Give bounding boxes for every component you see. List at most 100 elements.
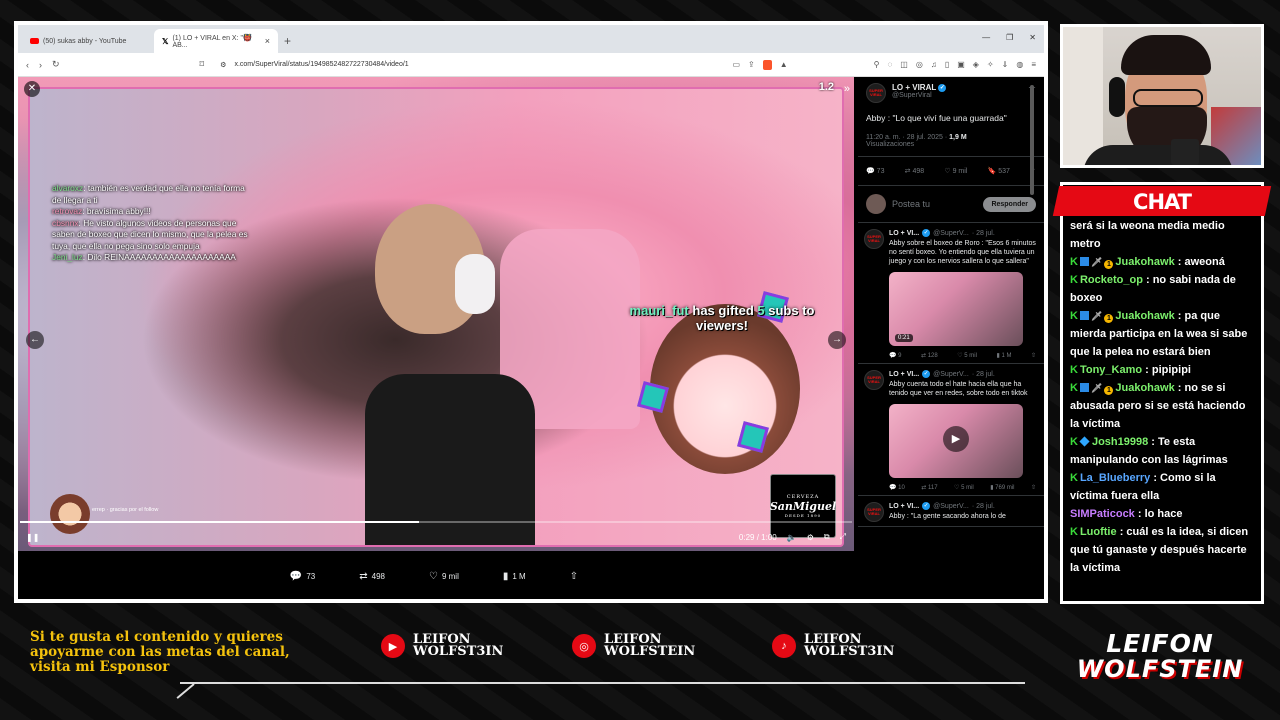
bookmark-stat[interactable]: 🔖 537 (988, 167, 1010, 175)
media-action-bar: 💬 73 ⇄ 498 ♡ 9 mil ▮ 1 M ⇧ (18, 551, 854, 599)
repost-stat[interactable]: ⇄ 128 (921, 352, 938, 359)
account-avatar[interactable]: SUPER VIRAL (864, 229, 884, 249)
reply-stat[interactable]: 💬 9 (889, 352, 901, 359)
url-field[interactable]: ⚙ x.com/SuperViral/status/19498524827227… (214, 55, 723, 74)
account-avatar[interactable]: SUPER VIRAL (866, 83, 886, 103)
repost-action[interactable]: ⇄ 498 (359, 571, 385, 582)
reply-input[interactable]: Postea tu (892, 199, 977, 209)
wallet-icon[interactable]: ▣ (957, 60, 965, 70)
chat-username[interactable]: SIMPaticock (1070, 508, 1135, 520)
social-youtube: ▶ LEIFON WOLFST3IN (381, 633, 503, 658)
volume-icon[interactable]: 🔈 (787, 533, 797, 542)
views-stat[interactable]: ▮ 1 M (996, 352, 1011, 359)
views-stat[interactable]: ▮ 769 mil (990, 484, 1014, 491)
next-media-button[interactable]: → (828, 331, 846, 349)
reply-action[interactable]: 💬 73 (290, 571, 315, 582)
vpn-icon[interactable]: ◍ (1016, 60, 1023, 70)
chat-username[interactable]: Juakohawk (1115, 256, 1174, 268)
stream-layout: (50) sukas abby - YouTube 𝕏 (1) LO + VIR… (0, 0, 1280, 720)
chat-username[interactable]: Rocketo_op (1080, 274, 1143, 286)
reload-icon[interactable]: ↻ (52, 59, 60, 70)
extension-icon[interactable]: ✧ (987, 60, 994, 70)
extension-icon[interactable]: ◌ (888, 60, 893, 70)
account-handle[interactable]: @SuperViral (892, 92, 946, 99)
pause-icon[interactable]: ❚❚ (26, 533, 39, 542)
chat-username[interactable]: Juakohawk (1115, 382, 1174, 394)
video-time: 0:29 / 1:00 (738, 532, 777, 542)
chat-username[interactable]: La_Blueberry (1080, 472, 1150, 484)
video-controls: ❚❚ 0:29 / 1:00 🔈 ⚙ ⧉ ⤢ (18, 525, 854, 549)
forward-icon[interactable]: › (39, 60, 42, 70)
chat-message: K Tony_Kamo : pipipipi (1070, 361, 1255, 379)
post-video-thumbnail[interactable]: 0:21 (889, 272, 1023, 346)
brave-shield-icon[interactable] (762, 59, 772, 70)
close-media-button[interactable]: ✕ (24, 81, 40, 97)
share-icon[interactable]: ⇧ (1031, 352, 1036, 359)
tab-youtube[interactable]: (50) sukas abby - YouTube (22, 29, 154, 53)
like-stat[interactable]: ♡ 5 mil (954, 484, 974, 491)
back-icon[interactable]: ‹ (26, 60, 29, 70)
tab-x-post[interactable]: 𝕏 (1) LO + VIRAL en X: "👹 AB... × (154, 29, 278, 53)
sword-badge-icon: 🗡 (1090, 383, 1103, 393)
extension-icon[interactable]: ◈ (973, 60, 979, 70)
pin-icon[interactable]: ⚲ (874, 60, 880, 70)
reply-button[interactable]: Responder (983, 196, 1036, 212)
site-info-icon[interactable]: ⚙ (220, 61, 226, 69)
related-post[interactable]: SUPER VIRAL LO + VI... ✓ @SuperV... · 28 jul… (858, 364, 1044, 496)
play-icon[interactable]: ▶ (943, 426, 969, 452)
extension-icon[interactable]: ◎ (916, 60, 923, 70)
settings-icon[interactable]: ⚙ (807, 533, 814, 542)
chat-username[interactable]: Tony_Kamo (1080, 364, 1142, 376)
related-post[interactable]: SUPER VIRAL LO + VI... ✓ @SuperV... · 28 jul… (858, 223, 1044, 364)
share-icon[interactable]: ⇧ (1031, 484, 1036, 491)
expand-panel-icon[interactable]: » (844, 83, 850, 95)
account-avatar[interactable]: SUPER VIRAL (864, 502, 884, 522)
menu-icon[interactable]: ≡ (1031, 60, 1036, 70)
video-player[interactable]: mauri_fut has gifted 5 subs to viewers! … (18, 77, 854, 551)
post-video-thumbnail[interactable]: ▶ (889, 404, 1023, 478)
download-icon[interactable]: ⇓ (1002, 60, 1009, 70)
close-window-icon[interactable]: ✕ (1029, 33, 1036, 42)
cast-icon[interactable]: ▭ (732, 60, 740, 70)
subscriber-badge-icon (1079, 311, 1089, 320)
account-avatar[interactable]: SUPER VIRAL (864, 370, 884, 390)
related-post[interactable]: SUPER VIRAL LO + VI... ✓ @SuperV... · 28 jul… (858, 496, 1044, 527)
previous-media-button[interactable]: ← (26, 331, 44, 349)
account-name[interactable]: LO + VIRAL ✓ (892, 83, 947, 92)
rewards-icon[interactable]: ▲ (780, 60, 788, 70)
panel-scrollbar[interactable] (1030, 85, 1034, 195)
gifter-badge-icon: 1 (1104, 260, 1114, 269)
share-action[interactable]: ⇧ (570, 571, 582, 582)
sidebar-icon[interactable]: ▯ (945, 60, 949, 70)
fullscreen-icon[interactable]: ⤢ (840, 532, 846, 542)
minimize-icon[interactable]: — (982, 33, 990, 42)
background-door (1063, 27, 1103, 165)
kick-badge-icon: K (1070, 310, 1078, 322)
bookmark-icon[interactable]: ⌑ (200, 59, 205, 70)
views-action[interactable]: ▮ 1 M (503, 571, 526, 582)
account-info: LO + VIRAL ✓ @SuperViral (892, 83, 947, 103)
mug (1171, 139, 1199, 165)
like-action[interactable]: ♡ 9 mil (429, 571, 459, 582)
reply-stat[interactable]: 💬 73 (866, 167, 884, 175)
chat-message: será si la weona media medio metro (1070, 217, 1255, 253)
repost-stat[interactable]: ⇄ 117 (921, 484, 937, 491)
views-chart-icon: ▮ (502, 570, 509, 582)
chat-username[interactable]: Juakohawk (1115, 310, 1174, 322)
new-tab-button[interactable]: + (284, 34, 291, 48)
restore-icon[interactable]: ❐ (1006, 33, 1013, 42)
extension-icon[interactable]: ◫ (900, 60, 908, 70)
chat-username[interactable]: Luoftie (1080, 526, 1117, 538)
share-icon[interactable]: ⇪ (748, 60, 755, 70)
post-body: LO + VI... ✓ @SuperV... · 28 jul. Abby : "L… (889, 502, 1038, 522)
post-header: LO + VI... ✓ @SuperV... · 28 jul. (889, 502, 995, 510)
chat-username[interactable]: Josh19998 (1092, 436, 1148, 448)
reply-stat[interactable]: 💬 10 (889, 484, 905, 491)
repost-stat[interactable]: ⇄ 498 (905, 167, 925, 175)
like-stat[interactable]: ♡ 5 mil (957, 352, 977, 359)
like-stat[interactable]: ♡ 9 mil (944, 167, 967, 175)
picture-in-picture-icon[interactable]: ⧉ (824, 532, 830, 542)
close-tab-icon[interactable]: × (265, 36, 270, 46)
media-icon[interactable]: ♫ (931, 60, 937, 70)
video-progress-bar[interactable] (20, 521, 852, 523)
